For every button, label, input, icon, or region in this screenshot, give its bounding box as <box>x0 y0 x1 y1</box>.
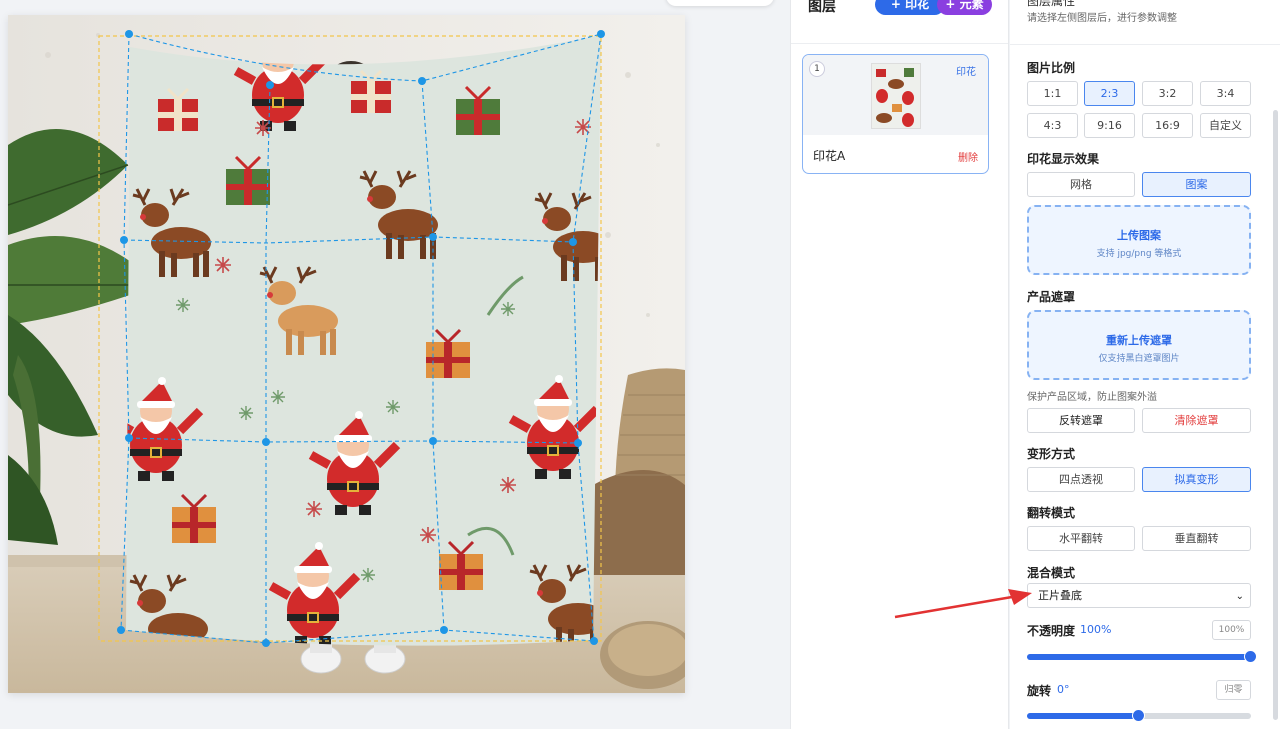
transform-four-point-option[interactable]: 四点透视 <box>1027 467 1135 492</box>
rotation-label: 旋转 <box>1027 684 1052 698</box>
layer-name: 印花A <box>813 149 846 163</box>
layer-index-badge: 1 <box>809 61 825 77</box>
ratio-option-3-2[interactable]: 3:2 <box>1142 81 1193 106</box>
ratio-option-16-9[interactable]: 16:9 <box>1142 113 1193 138</box>
upload-pattern-title: 上传图案 <box>1117 229 1161 242</box>
opacity-slider-fill <box>1027 654 1251 660</box>
rotation-value: 0° <box>1057 683 1070 696</box>
properties-panel: 图层属性 请选择左侧图层后，进行参数调整 图片比例 1:1 2:3 3:2 3:… <box>1010 0 1280 729</box>
ratio-option-3-4[interactable]: 3:4 <box>1200 81 1251 106</box>
opacity-value: 100% <box>1080 623 1112 636</box>
upload-mask-title: 重新上传遮罩 <box>1106 334 1172 347</box>
chevron-down-icon: ⌄ <box>1235 591 1244 602</box>
upload-pattern-subtitle: 支持 jpg/png 等格式 <box>1096 249 1182 259</box>
upload-pattern-dropzone[interactable]: 上传图案 支持 jpg/png 等格式 <box>1027 205 1251 275</box>
clear-mask-button[interactable]: 清除遮罩 <box>1142 408 1251 433</box>
mask-label: 产品遮罩 <box>1027 290 1076 304</box>
blend-label: 混合模式 <box>1027 566 1076 580</box>
rotation-reset-button[interactable]: 归零 <box>1216 680 1251 700</box>
ratio-option-9-16[interactable]: 9:16 <box>1084 113 1135 138</box>
blanket-print[interactable] <box>114 27 613 663</box>
upload-mask-subtitle: 仅支持黑白遮罩图片 <box>1098 354 1180 364</box>
app-root: 图层 + 印花 + 元素 1 印花 印花A 删除 图层属性 请选择左侧图层后，进… <box>0 0 1280 729</box>
add-element-button[interactable]: + 元素 <box>937 0 992 15</box>
upload-mask-dropzone[interactable]: 重新上传遮罩 仅支持黑白遮罩图片 <box>1027 310 1251 380</box>
layer-type-tag: 印花 <box>956 67 976 78</box>
rotation-slider-fill <box>1027 713 1139 719</box>
layer-thumbnail <box>871 63 921 129</box>
properties-header: 图层属性 <box>1027 0 1076 8</box>
flip-label: 翻转模式 <box>1027 506 1076 520</box>
ratio-option-4-3[interactable]: 4:3 <box>1027 113 1078 138</box>
rotation-slider[interactable] <box>1027 709 1251 722</box>
opacity-reset-button[interactable]: 100% <box>1212 620 1251 640</box>
display-grid-option[interactable]: 网格 <box>1027 172 1135 197</box>
rotation-slider-thumb[interactable] <box>1132 709 1145 722</box>
transform-label: 变形方式 <box>1027 447 1076 461</box>
ratio-option-1-1[interactable]: 1:1 <box>1027 81 1078 106</box>
canvas-area <box>0 0 790 729</box>
mockup-canvas[interactable] <box>8 15 685 693</box>
opacity-slider[interactable] <box>1027 650 1257 663</box>
display-effect-label: 印花显示效果 <box>1027 152 1100 166</box>
mockup-scene[interactable] <box>8 15 685 693</box>
blend-mode-select[interactable]: 正片叠底 ⌄ <box>1027 583 1251 608</box>
layer-card-print-a[interactable]: 1 印花 印花A 删除 <box>802 54 989 174</box>
opacity-slider-thumb[interactable] <box>1244 650 1257 663</box>
transform-realistic-option[interactable]: 拟真变形 <box>1142 467 1251 492</box>
properties-scrollbar[interactable] <box>1273 110 1278 720</box>
layer-delete-link[interactable]: 删除 <box>958 149 978 164</box>
ratio-option-2-3[interactable]: 2:3 <box>1084 81 1135 106</box>
add-print-button[interactable]: + 印花 <box>875 0 945 15</box>
toolbar-pill[interactable] <box>666 0 774 6</box>
layer-thumbnail-area: 1 印花 <box>803 55 988 135</box>
properties-divider <box>1010 44 1280 45</box>
ratio-option-custom[interactable]: 自定义 <box>1200 113 1251 138</box>
layers-header: 图层 + 印花 + 元素 <box>791 0 1008 44</box>
blend-mode-value: 正片叠底 <box>1038 589 1082 602</box>
flip-horizontal-button[interactable]: 水平翻转 <box>1027 526 1135 551</box>
flip-vertical-button[interactable]: 垂直翻转 <box>1142 526 1251 551</box>
annotation-arrow-icon <box>894 589 1032 619</box>
properties-hint: 请选择左侧图层后，进行参数调整 <box>1027 13 1177 24</box>
ratio-label: 图片比例 <box>1027 61 1076 75</box>
invert-mask-button[interactable]: 反转遮罩 <box>1027 408 1135 433</box>
mask-note: 保护产品区域，防止图案外溢 <box>1027 392 1157 403</box>
display-pattern-option[interactable]: 图案 <box>1142 172 1251 197</box>
layers-title: 图层 <box>808 0 836 15</box>
